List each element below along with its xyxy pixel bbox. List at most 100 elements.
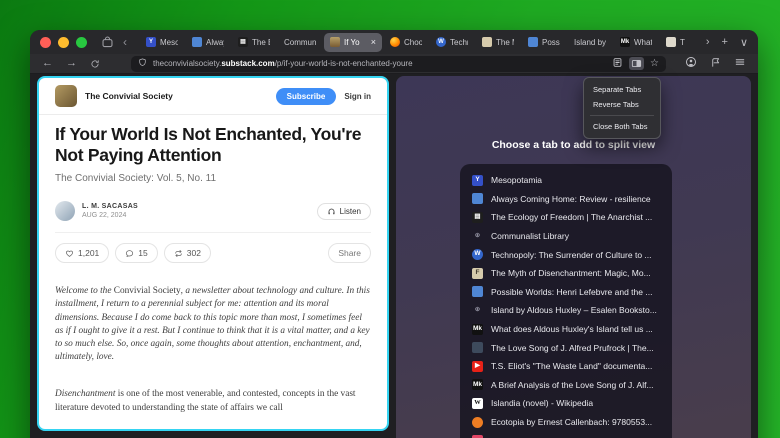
tab-picker-item[interactable]: W Technopoly: The Surrender of Culture t… [472,245,660,264]
tab-label: Choos [404,38,422,47]
browser-tab[interactable]: Communa [278,33,322,52]
tab-picker-item[interactable]: Y Mesopotamia [472,171,660,190]
tab-picker-label: Ecotopia by Ernest Callenbach: 9780553..… [491,417,652,427]
minimize-window-button[interactable] [58,37,69,48]
menu-item-reverse-tabs[interactable]: Reverse Tabs [584,97,660,112]
browser-tab[interactable]: W Techn [430,33,474,52]
split-pane-article[interactable]: The Convivial Society Subscribe Sign in … [37,76,389,431]
tab-favicon [192,37,202,47]
menu-hamburger-icon[interactable] [734,55,746,73]
tab-label: Island by A [574,38,606,47]
new-tab-button[interactable]: + [722,36,728,48]
tab-picker-label: A Brief Analysis of the Love Song of J. … [491,380,654,390]
restacks-button[interactable]: 302 [164,243,211,263]
engagement-row: 1,201 15 302 Share [55,232,371,263]
zoom-window-button[interactable] [76,37,87,48]
browser-tab[interactable]: The M [476,33,520,52]
tab-picker-favicon: W [472,398,483,409]
browser-tab[interactable]: Possi [522,33,566,52]
tab-strip-controls: › + ∨ [706,36,748,49]
tab-label: Alway [206,38,224,47]
tab-favicon [390,37,400,47]
tab-picker-item[interactable]: Mk What does Aldous Huxley's Island tell… [472,320,660,339]
publication-avatar[interactable] [55,85,77,107]
tab-picker-item[interactable]: F The Myth of Disenchantment: Magic, Mo.… [472,264,660,283]
author-name[interactable]: L. M. SACASAS [82,203,138,210]
bookmark-star-icon[interactable]: ☆ [650,58,659,69]
reload-button[interactable] [90,59,100,69]
tab-scroll-right-icon[interactable]: › [706,36,710,48]
tab-picker-label: The Ecology of Freedom | The Anarchist .… [491,212,652,222]
tab-scroll-left-icon[interactable]: ‹ [120,35,130,49]
shield-icon[interactable] [138,58,147,69]
likes-button[interactable]: 1,201 [55,243,109,263]
browser-tab[interactable]: If Yo × [324,33,382,52]
tab-picker-label: Always Coming Home: Review - resilience [491,194,651,204]
forward-button[interactable]: → [66,58,77,69]
tab-picker-item[interactable]: Mk A Brief Analysis of the Love Song of … [472,376,660,395]
share-button[interactable]: Share [328,243,371,263]
browser-tab[interactable]: Choos [384,33,428,52]
tab-picker-label: Possible Worlds: Henri Lefebvre and the … [491,287,652,297]
menu-item-close-both-tabs[interactable]: Close Both Tabs [584,119,660,134]
tab-favicon: ▤ [238,37,248,47]
navbar-right-icons [685,55,746,73]
tab-picker-item[interactable]: ▶ T.S. Eliot's "The Waste Land" document… [472,357,660,376]
tab-picker-item[interactable] [472,431,660,438]
publication-name[interactable]: The Convivial Society [85,91,268,101]
browser-tab[interactable]: Alway [186,33,230,52]
menu-item-separate-tabs[interactable]: Separate Tabs [584,82,660,97]
tab-picker-item[interactable]: ⊕ Island by Aldous Huxley – Esalen Books… [472,301,660,320]
split-view-icon[interactable] [629,57,644,70]
titlebar: ‹ Y Mesop Alway ▤ The E [30,30,758,54]
sign-in-link[interactable]: Sign in [344,92,371,101]
listen-button[interactable]: Listen [317,203,371,220]
heart-icon [65,249,74,258]
extension-icon[interactable] [710,55,721,73]
tab-picker-favicon: Mk [472,379,483,390]
tab-picker-item[interactable]: Always Coming Home: Review - resilience [472,190,660,209]
reader-view-icon[interactable] [612,57,623,70]
article-intro-paragraph: Welcome to the Convivial Society, a news… [55,285,371,364]
tab-picker-panel: Y Mesopotamia Always Coming Home: Review… [460,164,672,438]
tab-favicon [528,37,538,47]
tab-picker-label: Islandia (novel) - Wikipedia [491,398,593,408]
publication-header: The Convivial Society Subscribe Sign in [39,78,387,115]
url-bar[interactable]: theconvivialsociety.substack.com/p/if-yo… [131,56,666,72]
toolbox-icon[interactable] [101,36,114,49]
article-title: If Your World Is Not Enchanted, You're N… [55,124,371,165]
tab-picker-favicon: ⊕ [472,231,483,242]
close-window-button[interactable] [40,37,51,48]
account-icon[interactable] [685,55,697,73]
back-button[interactable]: ← [42,58,53,69]
tab-picker-label: Communalist Library [491,231,569,241]
list-all-tabs-icon[interactable]: ∨ [740,36,748,49]
browser-tab[interactable]: Y Mesop [140,33,184,52]
tab-close-icon[interactable]: × [371,37,376,47]
comments-button[interactable]: 15 [115,243,157,263]
tab-picker-label: T.S. Eliot's "The Waste Land" documenta.… [491,361,652,371]
comment-icon [125,249,134,258]
browser-tab[interactable]: Island by A [568,33,612,52]
tab-picker-item[interactable]: Ecotopia by Ernest Callenbach: 9780553..… [472,413,660,432]
tab-picker-item[interactable]: ⊕ Communalist Library [472,227,660,246]
tab-picker-item[interactable]: ▤ The Ecology of Freedom | The Anarchist… [472,208,660,227]
tab-picker-label: What does Aldous Huxley's Island tell us… [491,324,653,334]
headphones-icon [327,207,336,216]
desktop: { "window": { "titlebar": { "scroll_left… [0,0,780,438]
tab-favicon: W [436,37,446,47]
tab-picker-item[interactable]: W Islandia (novel) - Wikipedia [472,394,660,413]
article-subtitle: The Convivial Society: Vol. 5, No. 11 [55,173,371,184]
tab-favicon [330,37,340,47]
traffic-lights [40,37,87,48]
tab-label: Possi [542,38,560,47]
subscribe-button[interactable]: Subscribe [276,88,337,105]
browser-tab[interactable]: T [660,33,692,52]
tab-picker-item[interactable]: The Love Song of J. Alfred Prufrock | Th… [472,338,660,357]
browser-tab[interactable]: Mk What [614,33,658,52]
tab-picker-item[interactable]: Possible Worlds: Henri Lefebvre and the … [472,283,660,302]
tab-picker-favicon [472,286,483,297]
tab-label: If Yo [344,38,367,47]
author-avatar[interactable] [55,201,75,221]
browser-tab[interactable]: ▤ The E [232,33,276,52]
